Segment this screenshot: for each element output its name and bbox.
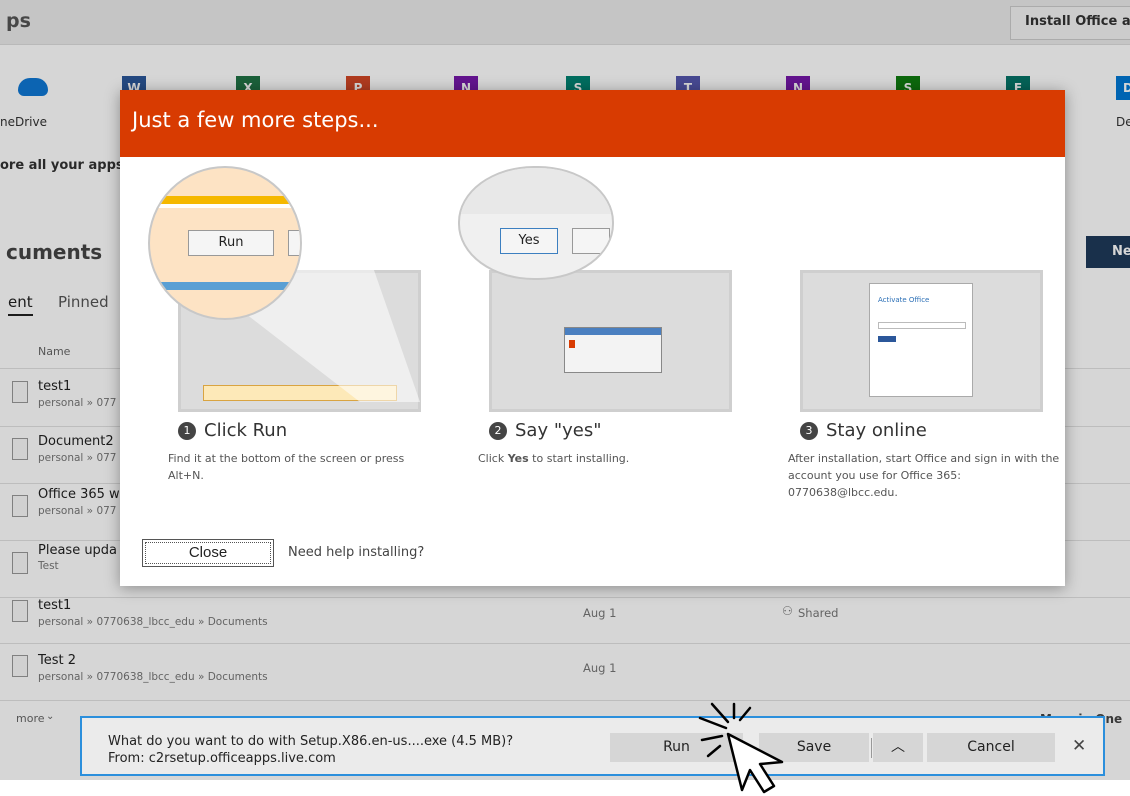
- need-help-installing-link[interactable]: Need help installing?: [288, 545, 424, 560]
- run-zoom-circle: Run: [148, 166, 302, 320]
- download-message: What do you want to do with Setup.X86.en…: [108, 733, 513, 767]
- save-label: Save: [796, 739, 832, 755]
- office-icon: [569, 340, 575, 348]
- step1-title: 1 Click Run: [178, 420, 287, 441]
- button-preview: [288, 230, 300, 256]
- mouse-cursor-icon: [698, 702, 784, 794]
- blue-stripe: [150, 282, 300, 290]
- download-question: What do you want to do with Setup.X86.en…: [108, 734, 514, 749]
- uac-titlebar: [565, 328, 661, 335]
- close-icon[interactable]: ✕: [1072, 736, 1086, 756]
- next-button-preview: [878, 336, 896, 342]
- step3-title: 3 Stay online: [800, 420, 927, 441]
- browser-viewport: ps Install Office ap WXPNSTNSFD neDrive …: [0, 0, 1130, 780]
- step2-illustration: [489, 270, 732, 412]
- activate-office-preview: Activate Office: [869, 283, 973, 397]
- step-number: 3: [800, 422, 818, 440]
- download-notification-bar: What do you want to do with Setup.X86.en…: [80, 716, 1105, 776]
- step-number: 1: [178, 422, 196, 440]
- yes-button-preview: Yes: [500, 228, 558, 254]
- chevron-up-icon: ︿: [891, 739, 905, 755]
- step2-title: 2 Say "yes": [489, 420, 602, 441]
- yes-zoom-circle: Yes: [458, 166, 614, 280]
- cancel-button[interactable]: Cancel: [927, 733, 1055, 762]
- run-label: Run: [663, 739, 690, 755]
- step1-description: Find it at the bottom of the screen or p…: [168, 452, 405, 482]
- button-preview: [572, 228, 610, 254]
- install-steps-dialog: Just a few more steps... Run 1 Click Run …: [120, 90, 1065, 586]
- save-options-button[interactable]: ︿: [873, 733, 923, 762]
- step3-illustration: Activate Office: [800, 270, 1043, 412]
- step3-description: After installation, start Office and sig…: [788, 452, 1060, 499]
- yellow-stripe: [150, 196, 300, 204]
- run-button-preview: Run: [188, 230, 274, 256]
- step-number: 2: [489, 422, 507, 440]
- divider: [150, 204, 300, 208]
- download-source: From: c2rsetup.officeapps.live.com: [108, 751, 336, 766]
- uac-dialog-preview: [564, 327, 662, 373]
- divider: [871, 738, 872, 758]
- step2-description: Click Yes to start installing.: [478, 452, 630, 465]
- email-field-preview: [878, 322, 966, 329]
- cancel-label: Cancel: [967, 739, 1015, 755]
- close-button[interactable]: Close: [142, 539, 274, 567]
- dialog-preview: [460, 168, 612, 214]
- activate-office-title: Activate Office: [878, 296, 930, 304]
- pointer-arrow: [726, 732, 784, 794]
